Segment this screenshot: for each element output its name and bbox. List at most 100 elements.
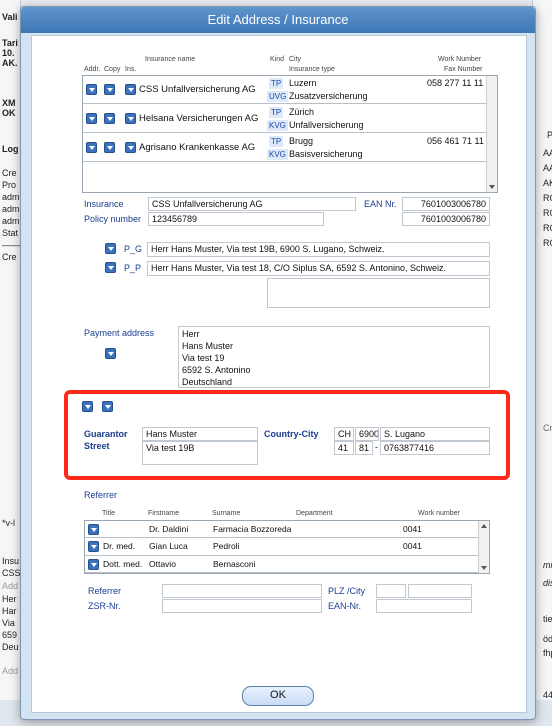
col-work-number: Work Number (438, 56, 482, 63)
addr-dropdown-button[interactable] (86, 113, 97, 124)
referrer-field[interactable] (162, 584, 322, 598)
copy-dropdown-button[interactable] (104, 113, 115, 124)
bg-text: AA (543, 148, 552, 158)
bg-text: Via (2, 618, 15, 628)
kind-tag: TP (269, 136, 284, 147)
referrer-work: 0041 (403, 524, 422, 534)
payment-line: 6592 S. Antonino (182, 365, 251, 375)
referrer-work: 0041 (403, 541, 422, 551)
bg-text: Cre (2, 168, 17, 178)
pp-address-field[interactable]: Herr Hans Muster, Via test 18, C/O Siplu… (147, 261, 490, 276)
payment-address-field[interactable]: Herr Hans Muster Via test 19 6592 S. Ant… (178, 326, 490, 388)
col-addr: Addr. (84, 66, 101, 73)
bg-text: distu (543, 578, 552, 588)
ins-dropdown-button[interactable] (125, 84, 136, 95)
zsr-field[interactable] (162, 599, 322, 613)
table-row[interactable]: Dr. Daldini Farmacia Bozzoreda 0041 (85, 521, 479, 538)
payment-line: Herr (182, 329, 200, 339)
payment-dropdown-button[interactable] (105, 348, 116, 359)
ean-nr-field[interactable] (376, 599, 472, 613)
dialog-content-panel: Addr. Copy Ins. Insurance name Kind City… (31, 35, 527, 713)
payment-line: Hans Muster (182, 341, 234, 351)
scroll-down-icon[interactable] (489, 185, 495, 189)
bg-text: Her (2, 594, 17, 604)
bg-text: ödf (543, 634, 552, 644)
ean-field[interactable]: 7601003006780 (402, 197, 490, 211)
insurance-type: Unfallversicherung (289, 120, 364, 130)
pg-address-field[interactable]: Herr Hans Muster, Via test 19B, 6900 S. … (147, 242, 490, 257)
insurance-table-scrollbar[interactable] (486, 76, 497, 192)
copy-dropdown-button[interactable] (104, 84, 115, 95)
bg-text: Pe (547, 130, 552, 140)
col-work-number: Work number (418, 510, 460, 517)
kind-tag: KVG (267, 149, 288, 160)
referrer-dropdown-button[interactable] (88, 524, 99, 535)
col-insurance-type: Insurance type (289, 66, 335, 73)
ean-field-2[interactable]: 7601003006780 (402, 212, 490, 226)
scroll-down-icon[interactable] (481, 566, 487, 570)
table-row[interactable]: CSS Unfallversicherung AG TP UVG Luzern … (83, 76, 487, 104)
background-left-panel: Vali Tari 10. AK. XM OK Log Cre Pro adm … (0, 0, 21, 726)
city-field-referrer[interactable] (408, 584, 472, 598)
col-insurance-name: Insurance name (145, 56, 196, 63)
insurance-city: Brugg (289, 136, 314, 146)
bg-text: Vali (2, 12, 18, 22)
referrer-firstname: Dr. Daldini (149, 524, 189, 534)
ins-dropdown-button[interactable] (125, 142, 136, 153)
col-ins: Ins. (125, 66, 137, 73)
insurance-type: Basisversicherung (289, 149, 363, 159)
insurance-city: Zürich (289, 107, 315, 117)
bg-text: RO (543, 223, 552, 233)
bg-text: Deu (2, 642, 19, 652)
payment-line: Deutschland (182, 377, 233, 387)
kind-tag: KVG (267, 120, 288, 131)
bg-text: Log (2, 144, 19, 154)
col-firstname: Firstname (148, 510, 180, 517)
col-kind: Kind (270, 56, 285, 63)
bg-text: XM (2, 98, 16, 108)
payment-line: Via test 19 (182, 353, 225, 363)
referrer-title-cell: Dott. med. (103, 559, 143, 569)
plz-field[interactable] (376, 584, 406, 598)
addr-dropdown-button[interactable] (86, 84, 97, 95)
dialog-title: Edit Address / Insurance (21, 7, 535, 33)
edit-address-dialog: Edit Address / Insurance Addr. Copy Ins.… (20, 6, 536, 720)
insurance-label: Insurance (84, 199, 124, 209)
table-row[interactable]: Dr. med. Gian Luca Pedroli 0041 (85, 538, 479, 556)
kind-tag: TP (269, 78, 284, 89)
bg-text: adm (2, 192, 20, 202)
highlight-box (64, 390, 510, 480)
bg-text: RO (543, 238, 552, 248)
insurance-field[interactable]: CSS Unfallversicherung AG (148, 197, 356, 211)
scroll-up-icon[interactable] (481, 524, 487, 528)
pg-dropdown-button[interactable] (105, 243, 116, 254)
referrer-table-scrollbar[interactable] (478, 521, 489, 573)
table-row[interactable]: Dott. med. Ottavio Bernasconi (85, 556, 479, 573)
referrer-dropdown-button[interactable] (88, 541, 99, 552)
bg-text: 659 (2, 630, 18, 640)
bg-text: OK (2, 108, 16, 118)
referrer-label: Referrer (88, 586, 122, 596)
bg-text: Cre (543, 423, 552, 433)
bg-text: Har (2, 606, 17, 616)
policy-number-field[interactable]: 123456789 (148, 212, 324, 226)
kind-tag: TP (269, 107, 284, 118)
table-row[interactable]: Agrisano Krankenkasse AG TP KVG Brugg Ba… (83, 133, 487, 162)
table-row[interactable]: Helsana Versicherungen AG TP KVG Zürich … (83, 104, 487, 133)
extra-address-field[interactable] (267, 278, 490, 308)
bg-text: 10. (2, 48, 15, 58)
ins-dropdown-button[interactable] (125, 113, 136, 124)
work-number: 058 277 11 11 (427, 78, 484, 88)
bg-text: tie c (543, 614, 552, 624)
insurance-name: Agrisano Krankenkasse AG (139, 142, 256, 153)
work-number: 056 461 71 11 (427, 136, 484, 146)
insurance-name: Helsana Versicherungen AG (139, 113, 259, 124)
addr-dropdown-button[interactable] (86, 142, 97, 153)
ok-button[interactable]: OK (242, 686, 314, 706)
bg-text: adm (2, 216, 20, 226)
copy-dropdown-button[interactable] (104, 142, 115, 153)
referrer-dropdown-button[interactable] (88, 559, 99, 570)
col-city: City (289, 56, 302, 63)
pp-dropdown-button[interactable] (105, 262, 116, 273)
bg-text: mitt (543, 560, 552, 570)
